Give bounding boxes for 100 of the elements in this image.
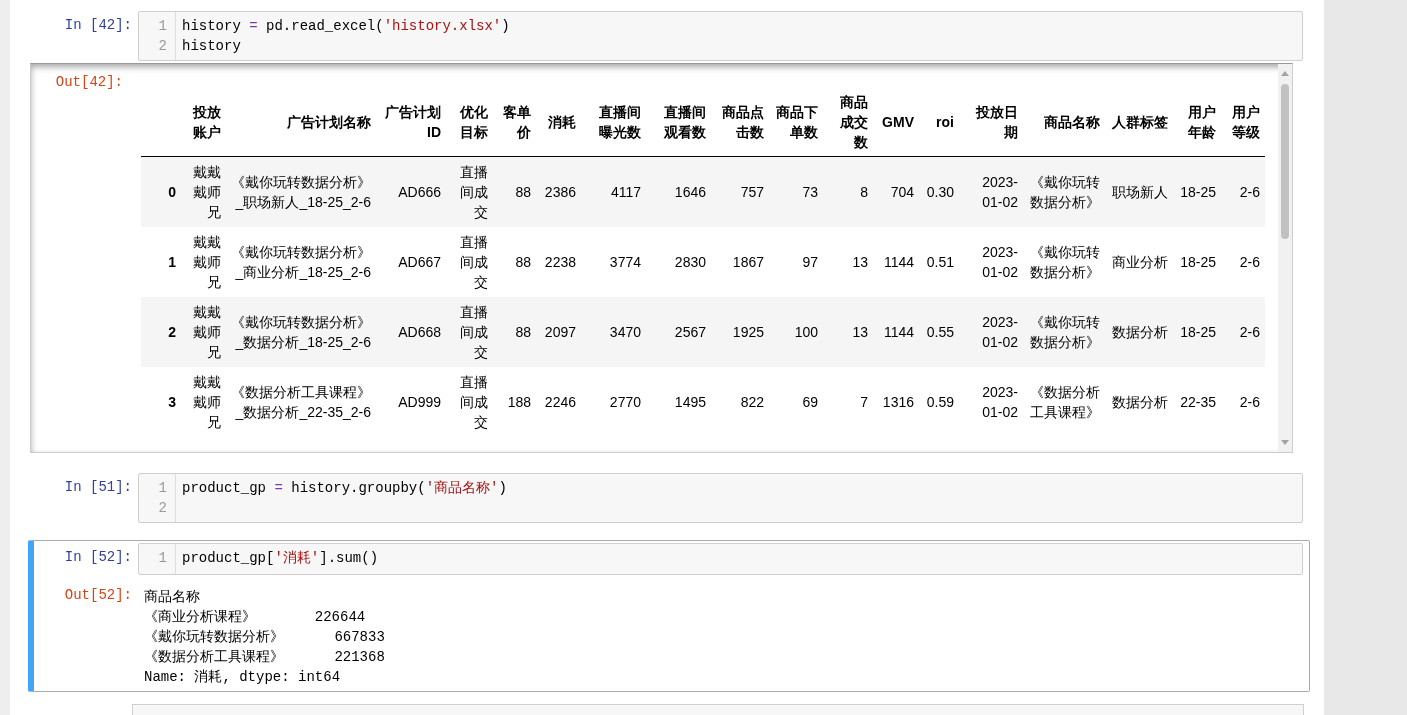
table-cell: 18-25: [1173, 156, 1221, 227]
table-cell: 8: [823, 156, 873, 227]
table-cell: 7: [823, 366, 873, 437]
line-number: 2: [157, 499, 168, 518]
column-header: GMV: [873, 88, 919, 157]
table-cell: 1867: [711, 226, 769, 297]
output-line: Name: 消耗, dtype: int64: [144, 668, 342, 687]
table-cell: 2246: [536, 366, 581, 437]
table-cell: 2023-01-02: [959, 156, 1023, 227]
line-number: 1: [157, 17, 168, 36]
table-cell: 13: [823, 296, 873, 367]
table-cell: 职场新人: [1105, 156, 1173, 227]
input-prompt: In [51]:: [63, 478, 133, 495]
table-cell: 《戴你玩转数据分析》: [1023, 156, 1105, 227]
table-cell: 《戴你玩转数据分析》_职场新人_18-25_2-6: [226, 156, 376, 227]
table-cell: 直播间成交: [446, 296, 493, 367]
column-header: 优化目标: [446, 88, 493, 157]
output-prompt: Out[52]:: [63, 586, 133, 603]
table-cell: 0.55: [919, 296, 959, 367]
code-line: history: [182, 37, 242, 56]
code-line: history = pd.read_excel('history.xlsx'): [182, 17, 510, 36]
table-cell: 《戴你玩转数据分析》_数据分析_18-25_2-6: [226, 296, 376, 367]
scrollbar[interactable]: [1278, 64, 1292, 452]
table-cell: 2023-01-02: [959, 296, 1023, 367]
code-line: product_gp['消耗'].sum(): [182, 549, 379, 568]
table-cell: 1316: [873, 366, 919, 437]
table-cell: 2238: [536, 226, 581, 297]
line-number: 1: [157, 479, 168, 498]
column-header: 直播间观看数: [646, 88, 711, 157]
table-cell: 1925: [711, 296, 769, 367]
table-cell: 《数据分析工具课程》_数据分析_22-35_2-6: [226, 366, 376, 437]
table-cell: 2-6: [1221, 226, 1265, 297]
table-cell: 0.30: [919, 156, 959, 227]
column-header: 商品点击数: [711, 88, 769, 157]
table-cell: 88: [493, 156, 536, 227]
table-cell: 2770: [581, 366, 646, 437]
table-cell: 757: [711, 156, 769, 227]
output-line: 《数据分析工具课程》 221368: [144, 648, 385, 667]
output-line: 商品名称: [144, 588, 201, 607]
table-cell: 2386: [536, 156, 581, 227]
code-editor[interactable]: 1 product_gp['消耗'].sum(): [138, 543, 1303, 575]
table-cell: AD667: [376, 226, 446, 297]
notebook-cell[interactable]: In [51]: 1 2 product_gp = history.groupby('商品名称'): [28, 470, 1310, 528]
column-header: 商品名称: [1023, 88, 1105, 157]
table-cell: 2023-01-02: [959, 366, 1023, 437]
table-cell: 88: [493, 226, 536, 297]
table-cell: 22-35: [1173, 366, 1221, 437]
table-cell: 4117: [581, 156, 646, 227]
table-cell: 戴戴戴师兄: [181, 156, 226, 227]
table-cell: 100: [769, 296, 823, 367]
table-cell: 2097: [536, 296, 581, 367]
code-editor[interactable]: 1 2 history = pd.read_excel('history.xlsx') history: [138, 11, 1303, 61]
table-cell: 《戴你玩转数据分析》: [1023, 296, 1105, 367]
table-cell: 0.51: [919, 226, 959, 297]
table-cell: 《戴你玩转数据分析》: [1023, 226, 1105, 297]
table-cell: 3774: [581, 226, 646, 297]
table-cell: 704: [873, 156, 919, 227]
row-index: 3: [141, 366, 181, 437]
table-cell: 《数据分析工具课程》: [1023, 366, 1105, 437]
table-cell: 1495: [646, 366, 711, 437]
table-cell: 戴戴戴师兄: [181, 226, 226, 297]
column-header: 广告计划ID: [376, 88, 446, 157]
table-cell: 1646: [646, 156, 711, 227]
table-cell: 戴戴戴师兄: [181, 296, 226, 367]
column-header: roi: [919, 88, 959, 157]
code-editor[interactable]: 1 2 product_gp = history.groupby('商品名称'): [138, 473, 1303, 523]
table-cell: AD999: [376, 366, 446, 437]
table-cell: 69: [769, 366, 823, 437]
column-header: 投放账户: [181, 88, 226, 157]
column-header: 商品成交数: [823, 88, 873, 157]
table-cell: 18-25: [1173, 226, 1221, 297]
column-header: 商品下单数: [769, 88, 823, 157]
table-cell: 1144: [873, 226, 919, 297]
table-cell: 商业分析: [1105, 226, 1173, 297]
table-cell: 18-25: [1173, 296, 1221, 367]
table-cell: 戴戴戴师兄: [181, 366, 226, 437]
input-prompt: In [52]:: [63, 548, 133, 565]
table-cell: 直播间成交: [446, 156, 493, 227]
table-cell: 直播间成交: [446, 366, 493, 437]
row-index: 1: [141, 226, 181, 297]
row-index: 2: [141, 296, 181, 367]
table-cell: AD668: [376, 296, 446, 367]
table-cell: 88: [493, 296, 536, 367]
table-cell: 97: [769, 226, 823, 297]
input-prompt: In [42]:: [63, 16, 133, 33]
table-cell: 2-6: [1221, 366, 1265, 437]
table-cell: AD666: [376, 156, 446, 227]
table-cell: 2567: [646, 296, 711, 367]
line-number: 2: [157, 37, 168, 56]
table-cell: 73: [769, 156, 823, 227]
table-cell: 822: [711, 366, 769, 437]
row-index: 0: [141, 156, 181, 227]
column-header: 客单价: [493, 88, 536, 157]
column-header: 直播间曝光数: [581, 88, 646, 157]
output-line: 《戴你玩转数据分析》 667833: [144, 628, 385, 647]
notebook-cell[interactable]: In [52]: 1 product_gp['消耗'].sum() Out[52]: 商品名称 《商业分析课程》 226644 《戴你玩转数据分析》 667833 《数据分析工具课程》 221368 Name: 消耗, dtype: int64: [28, 540, 1310, 692]
column-header: 消耗: [536, 88, 581, 157]
column-header: 广告计划名称: [226, 88, 376, 157]
table-cell: 188: [493, 366, 536, 437]
table-cell: 2830: [646, 226, 711, 297]
